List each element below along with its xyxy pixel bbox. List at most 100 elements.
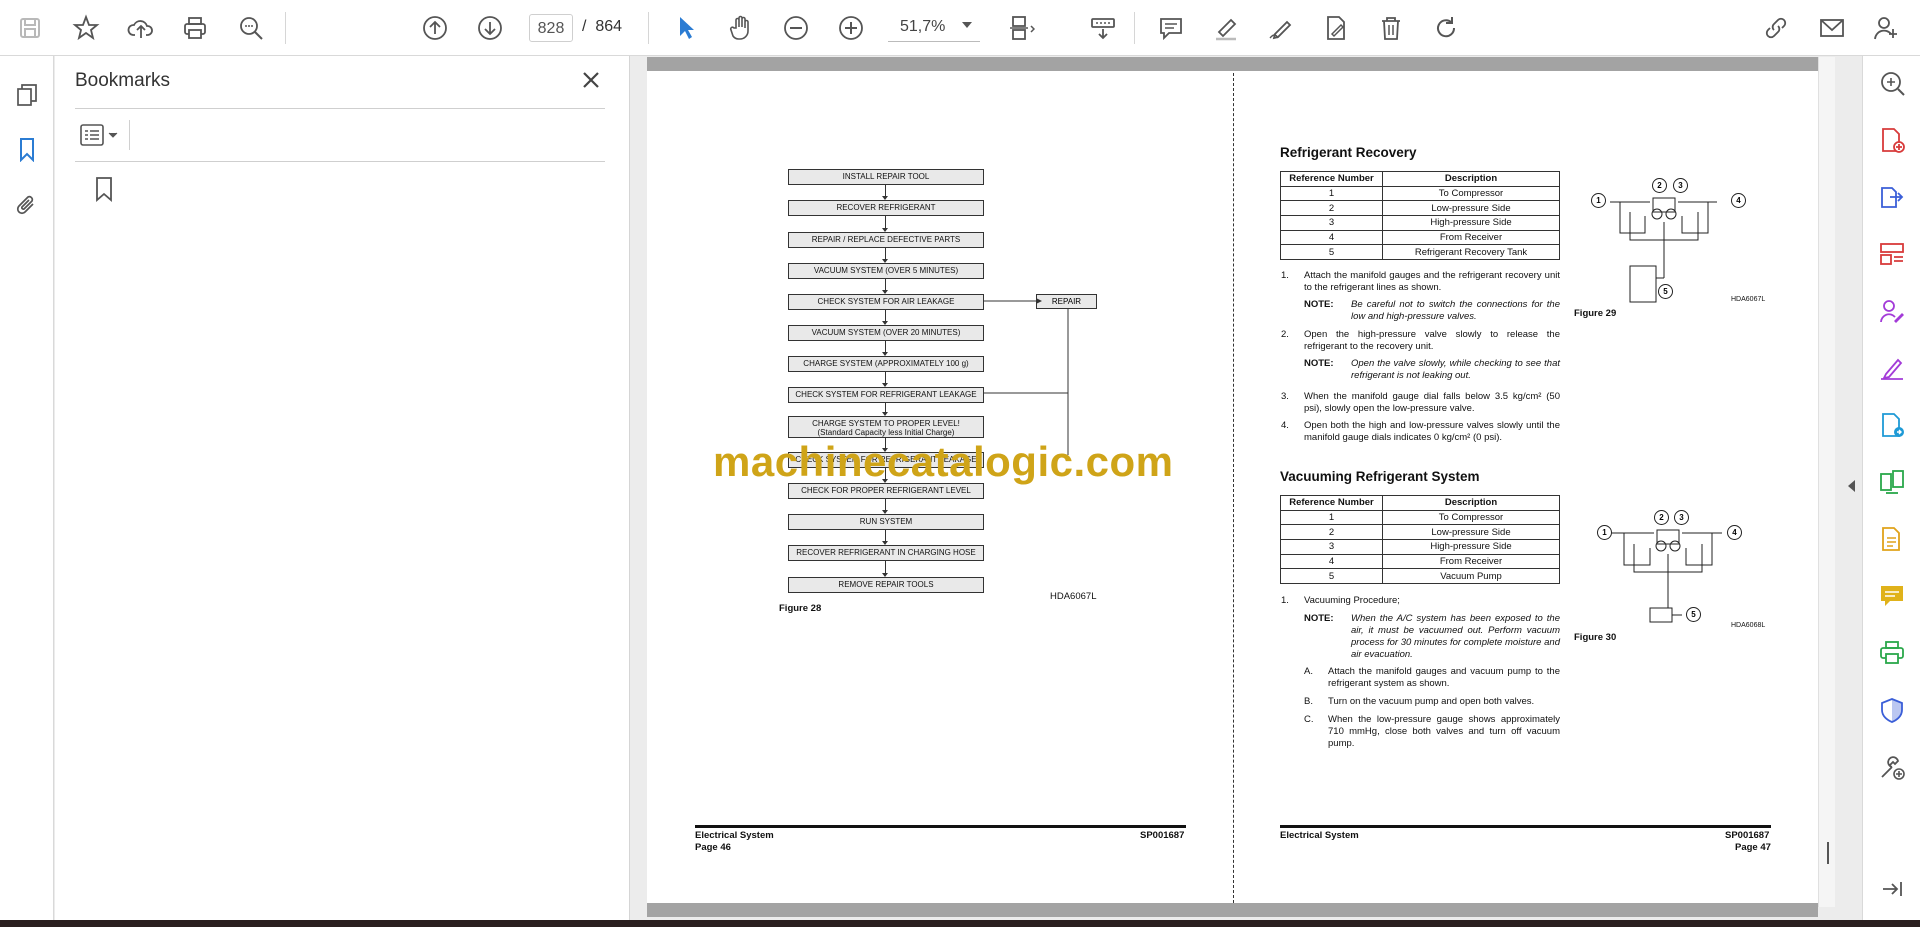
export-pdf-icon[interactable] (1877, 182, 1907, 212)
step-text: Attach the manifold gauges and vacuum pu… (1328, 666, 1560, 689)
step-number: 2. (1281, 329, 1289, 340)
edit-document-icon[interactable] (1318, 10, 1354, 46)
request-signatures-icon[interactable] (1877, 296, 1907, 326)
print-icon[interactable] (177, 10, 213, 46)
comment-icon[interactable] (1153, 10, 1189, 46)
divider (75, 161, 605, 162)
reference-number-cell: 2 (1280, 524, 1383, 541)
comment-tool-icon[interactable] (1877, 581, 1907, 611)
flow-step-label: VACUUM SYSTEM (OVER 20 MINUTES) (811, 328, 961, 337)
watermark-text: machinecatalogic.com (713, 438, 1174, 485)
right-tools-rail (1862, 56, 1920, 920)
fill-sign-icon[interactable] (1877, 353, 1907, 383)
flow-arrow (885, 499, 886, 510)
email-icon[interactable] (1814, 10, 1850, 46)
bookmark-options-button[interactable] (77, 120, 125, 150)
zoom-level-select[interactable]: 51,7% (888, 14, 980, 42)
flow-arrow (885, 372, 886, 383)
reference-table: Reference Number Description 1 To Compress… (1280, 495, 1560, 585)
footer-rule (695, 825, 1186, 828)
page-fit-icon[interactable] (1003, 10, 1039, 46)
organize-pages-icon[interactable] (1877, 239, 1907, 269)
flow-step-label: RECOVER REFRIGERANT (836, 203, 936, 212)
table-row: 2 Low-pressure Side (1280, 524, 1560, 541)
edit-pdf-icon[interactable] (1877, 524, 1907, 554)
toolbar-divider (648, 12, 649, 44)
reference-number-cell: 5 (1280, 568, 1383, 585)
save-icon[interactable] (12, 10, 48, 46)
vertical-scrollbar[interactable] (1818, 57, 1835, 907)
expand-panel-icon[interactable] (1877, 874, 1907, 904)
note-label: NOTE: (1304, 299, 1334, 310)
bookmarks-panel: Bookmarks (55, 56, 630, 920)
flow-step-label: REMOVE REPAIR TOOLS (838, 580, 934, 589)
find-zoom-icon[interactable] (233, 10, 269, 46)
more-tools-icon[interactable] (1877, 752, 1907, 782)
footer-doc-number: SP001687 (1140, 830, 1185, 841)
select-cursor-icon[interactable] (668, 10, 704, 46)
share-link-icon[interactable] (1758, 10, 1794, 46)
zoom-search-icon[interactable] (1877, 68, 1907, 98)
step-text: When the low-pressure gauge shows approx… (1328, 714, 1560, 749)
zoom-out-icon[interactable] (778, 10, 814, 46)
create-pdf-icon[interactable] (1877, 125, 1907, 155)
next-page-icon[interactable] (472, 10, 508, 46)
chevron-down-icon[interactable] (962, 22, 972, 28)
toolbar-divider (285, 12, 286, 44)
flow-step-box: REMOVE REPAIR TOOLS (788, 577, 984, 593)
table-row: 1 To Compressor (1280, 185, 1560, 202)
note-text: When the A/C system has been exposed to … (1351, 613, 1560, 660)
step-number: 1. (1281, 595, 1289, 606)
page-number-input[interactable]: 828 (529, 14, 573, 42)
column-header: Reference Number (1280, 495, 1383, 511)
main-toolbar: 828 / 864 51,7% (0, 0, 1920, 56)
previous-page-icon[interactable] (417, 10, 453, 46)
taskbar-strip (0, 920, 1920, 927)
flow-step-box: VACUUM SYSTEM (OVER 20 MINUTES) (788, 325, 984, 341)
star-icon[interactable] (68, 10, 104, 46)
protect-shield-icon[interactable] (1877, 695, 1907, 725)
description-cell: Vacuum Pump (1382, 568, 1560, 585)
flow-step-box: REPAIR / REPLACE DEFECTIVE PARTS (788, 232, 984, 248)
zoom-in-icon[interactable] (833, 10, 869, 46)
delete-icon[interactable] (1373, 10, 1409, 46)
cloud-upload-icon[interactable] (123, 10, 159, 46)
step-text: Turn on the vacuum pump and open both va… (1328, 696, 1535, 707)
note-text: Open the valve slowly, while checking to… (1351, 358, 1560, 381)
flow-step-box: CHARGE SYSTEM TO PROPER LEVEL! (Standard … (788, 416, 984, 438)
page-thumbnails-icon[interactable] (12, 80, 42, 110)
highlight-icon[interactable] (1208, 10, 1244, 46)
reference-number-cell: 1 (1280, 185, 1383, 202)
attachment-icon[interactable] (12, 190, 42, 220)
step-number: C. (1304, 714, 1314, 725)
description-cell: High-pressure Side (1382, 215, 1560, 231)
rotate-icon[interactable] (1428, 10, 1464, 46)
compare-files-icon[interactable] (1877, 467, 1907, 497)
vacuum-diagram (1612, 529, 1722, 623)
column-header: Description (1382, 171, 1560, 187)
toolbar-divider (1134, 12, 1135, 44)
flow-step-label: CHECK SYSTEM FOR AIR LEAKAGE (817, 297, 955, 306)
flow-step-box: CHECK SYSTEM FOR REFRIGERANT LEAKAGE (788, 387, 984, 403)
close-icon[interactable] (579, 68, 603, 92)
footer-rule (1280, 825, 1771, 828)
print-production-icon[interactable] (1877, 638, 1907, 668)
collapse-tools-icon[interactable] (1848, 480, 1855, 492)
scrollbar-thumb[interactable] (1827, 842, 1829, 864)
account-icon[interactable] (1868, 10, 1904, 46)
send-for-review-icon[interactable] (1877, 410, 1907, 440)
divider (75, 108, 605, 109)
figure-caption: Figure 28 (779, 603, 822, 614)
flow-step-label: CHARGE SYSTEM (APPROXIMATELY 100 g) (803, 359, 969, 368)
table-row: 1 To Compressor (1280, 509, 1560, 526)
flow-step-box: VACUUM SYSTEM (OVER 5 MINUTES) (788, 263, 984, 279)
hand-tool-icon[interactable] (723, 10, 759, 46)
scroll-mode-icon[interactable] (1085, 10, 1121, 46)
bookmark-panel-icon[interactable] (12, 134, 42, 164)
sign-pen-icon[interactable] (1263, 10, 1299, 46)
flow-step-label: RUN SYSTEM (859, 517, 913, 526)
description-cell: High-pressure Side (1382, 539, 1560, 555)
bookmark-icon[interactable] (94, 176, 114, 202)
step-text: Open both the high and low-pressure valv… (1304, 420, 1560, 443)
step-number: 4. (1281, 420, 1289, 431)
